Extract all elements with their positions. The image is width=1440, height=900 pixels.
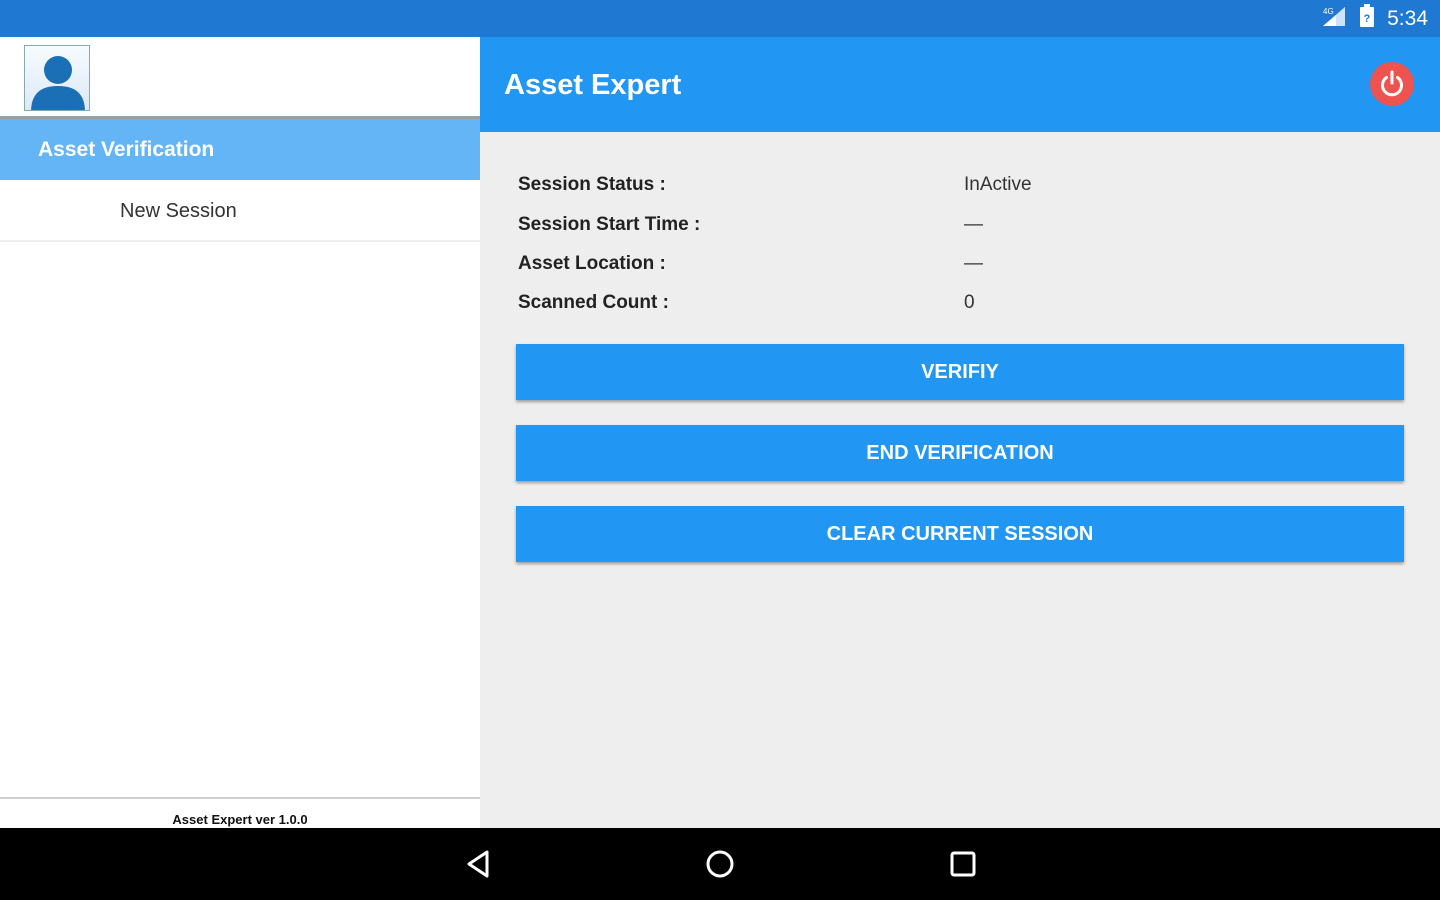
app-bar: Asset Expert [480, 37, 1440, 132]
battery-icon: ? [1359, 4, 1375, 33]
power-icon [1381, 70, 1403, 97]
clear-current-session-button[interactable]: CLEAR CURRENT SESSION [516, 506, 1404, 562]
avatar[interactable] [24, 45, 90, 111]
drawer-section-asset-verification[interactable]: Asset Verification [0, 119, 480, 180]
scanned-count-label: Scanned Count : [518, 292, 669, 313]
session-status-row: Session Status : InActive [518, 174, 1398, 204]
verify-button[interactable]: VERIFIY [516, 344, 1404, 400]
system-nav-bar [0, 828, 1440, 900]
session-status-label: Session Status : [518, 174, 666, 195]
home-icon[interactable] [700, 844, 740, 884]
clock: 5:34 [1387, 6, 1428, 30]
svg-text:?: ? [1364, 13, 1371, 25]
version-label: Asset Expert ver 1.0.0 [0, 797, 480, 828]
drawer-item-label: New Session [120, 199, 237, 222]
drawer-header [0, 37, 480, 119]
session-start-time-row: Session Start Time : — [518, 214, 1398, 244]
drawer-item-new-session[interactable]: New Session [0, 182, 480, 242]
session-start-time-label: Session Start Time : [518, 214, 701, 235]
scanned-count-value: 0 [964, 292, 975, 313]
logout-button[interactable] [1370, 62, 1414, 106]
asset-location-label: Asset Location : [518, 253, 666, 274]
back-icon[interactable] [458, 844, 498, 884]
session-start-time-value: — [964, 214, 983, 235]
app-title: Asset Expert [504, 69, 682, 101]
asset-location-value: — [964, 253, 983, 274]
session-status-value: InActive [964, 174, 1032, 195]
user-icon [31, 56, 85, 110]
status-bar: 4G ? 5:34 [0, 0, 1440, 37]
scanned-count-row: Scanned Count : 0 [518, 292, 1398, 322]
svg-text:4G: 4G [1323, 7, 1334, 16]
recents-icon[interactable] [943, 844, 983, 884]
signal-icon: 4G [1321, 5, 1347, 32]
asset-location-row: Asset Location : — [518, 253, 1398, 283]
end-verification-button[interactable]: END VERIFICATION [516, 425, 1404, 481]
status-icons: 4G ? 5:34 [1321, 0, 1428, 37]
navigation-drawer: Asset Verification New Session Asset Exp… [0, 37, 480, 828]
session-panel: Session Status : InActive Session Start … [480, 132, 1440, 828]
